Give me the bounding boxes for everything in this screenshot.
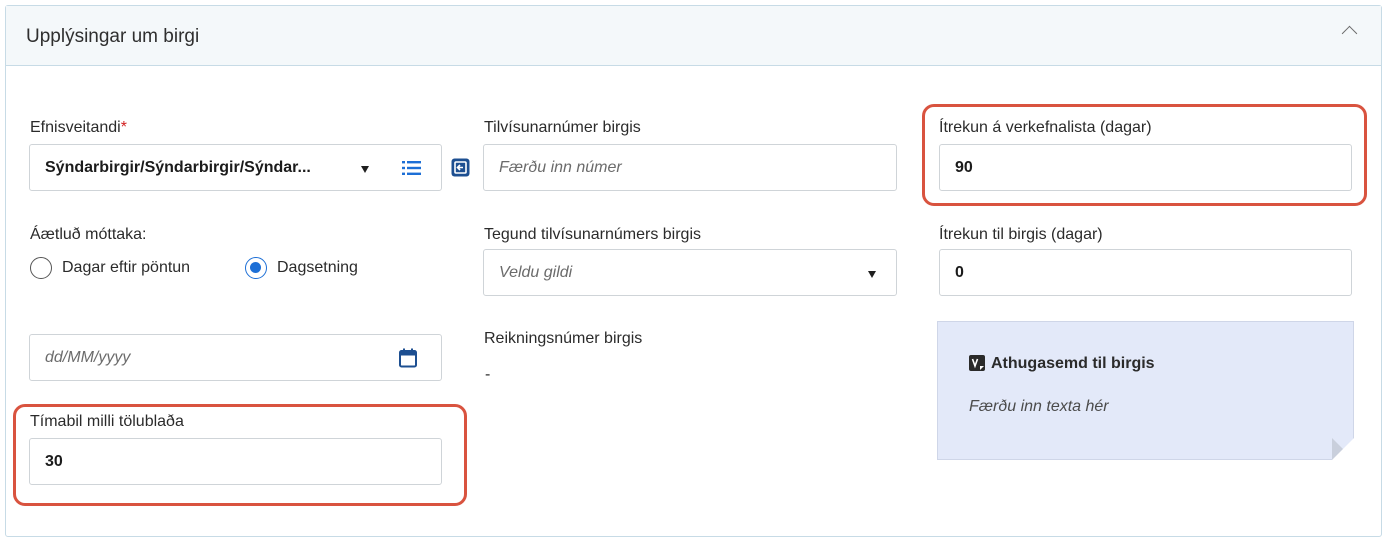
tilvisunarnumer-label: Tilvísunarnúmer birgis [484, 119, 641, 136]
itrekun-birgis-value: 0 [955, 264, 964, 281]
efnisveitandi-value: Sýndarbirgir/Sýndarbirgir/Sýndar... [45, 159, 311, 176]
tilvisunarnumer-placeholder: Færðu inn númer [499, 159, 622, 176]
radio-button-checked[interactable] [245, 257, 267, 279]
caret-down-icon [361, 166, 369, 173]
efnisveitandi-select[interactable]: Sýndarbirgir/Sýndarbirgir/Sýndar... [29, 144, 442, 191]
panel-title: Upplýsingar um birgi [26, 26, 200, 47]
itrekun-birgis-input[interactable]: 0 [939, 249, 1352, 296]
date-placeholder: dd/MM/yyyy [45, 349, 131, 366]
note-fold-corner [1332, 438, 1354, 460]
itrekun-birgis-label: Ítrekun til birgis (dagar) [939, 226, 1103, 243]
list-icon[interactable] [402, 160, 422, 176]
efnisveitandi-label: Efnisveitandi* [30, 119, 127, 136]
chevron-up-icon[interactable] [1341, 25, 1358, 42]
caret-down-icon [868, 271, 876, 278]
reikningsnumer-value: - [485, 366, 491, 383]
note-title: Athugasemd til birgis [991, 355, 1155, 372]
highlight-box [13, 404, 467, 506]
panel-header[interactable]: Upplýsingar um birgi [6, 6, 1381, 66]
radio-button[interactable] [30, 257, 52, 279]
reikningsnumer-label: Reikningsnúmer birgis [484, 330, 643, 347]
tegund-label: Tegund tilvísunarnúmers birgis [484, 226, 701, 243]
open-in-icon[interactable] [451, 158, 470, 177]
tegund-select[interactable]: Veldu gildi [483, 249, 897, 296]
radio-label: Dagar eftir pöntun [62, 259, 191, 276]
tilvisunarnumer-input[interactable]: Færðu inn númer [483, 144, 897, 191]
note-card[interactable]: Athugasemd til birgis Færðu inn texta hé… [937, 321, 1354, 460]
note-placeholder[interactable]: Færðu inn texta hér [969, 398, 1109, 416]
calendar-icon[interactable] [399, 348, 417, 368]
radio-label: Dagsetning [277, 259, 358, 276]
note-icon [969, 355, 985, 371]
highlight-box [922, 104, 1367, 206]
date-input[interactable]: dd/MM/yyyy [29, 334, 442, 381]
tegund-placeholder: Veldu gildi [499, 264, 573, 281]
required-mark: * [120, 119, 127, 136]
aetlud-mottaka-label: Áætluð móttaka: [30, 226, 147, 243]
